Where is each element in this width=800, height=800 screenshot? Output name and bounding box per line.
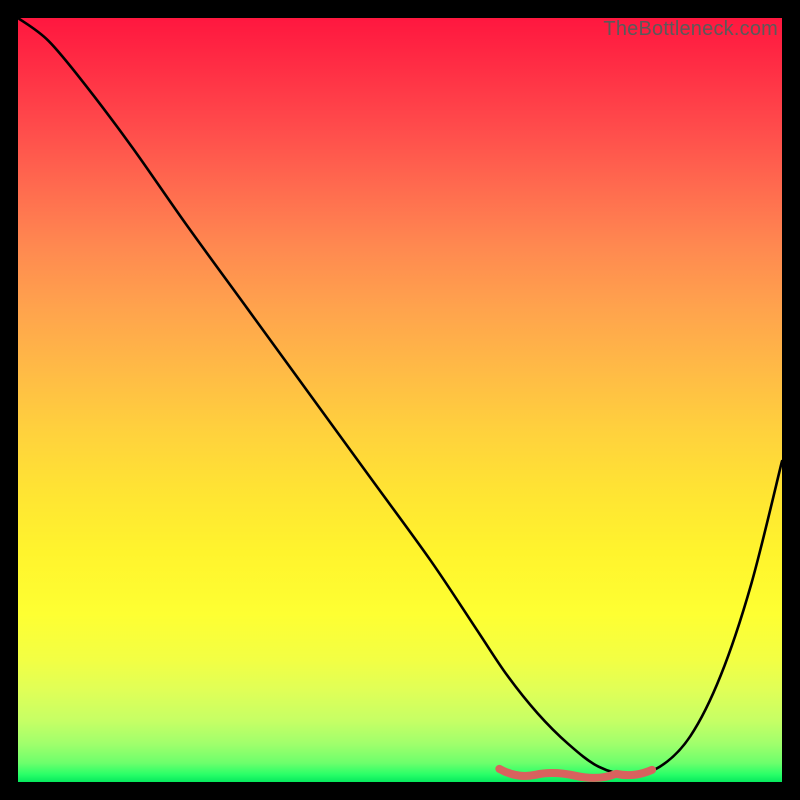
plot-area: TheBottleneck.com <box>18 18 782 782</box>
chart-frame: TheBottleneck.com <box>18 18 782 782</box>
bottleneck-curve <box>18 18 782 782</box>
watermark-text: TheBottleneck.com <box>603 18 778 41</box>
